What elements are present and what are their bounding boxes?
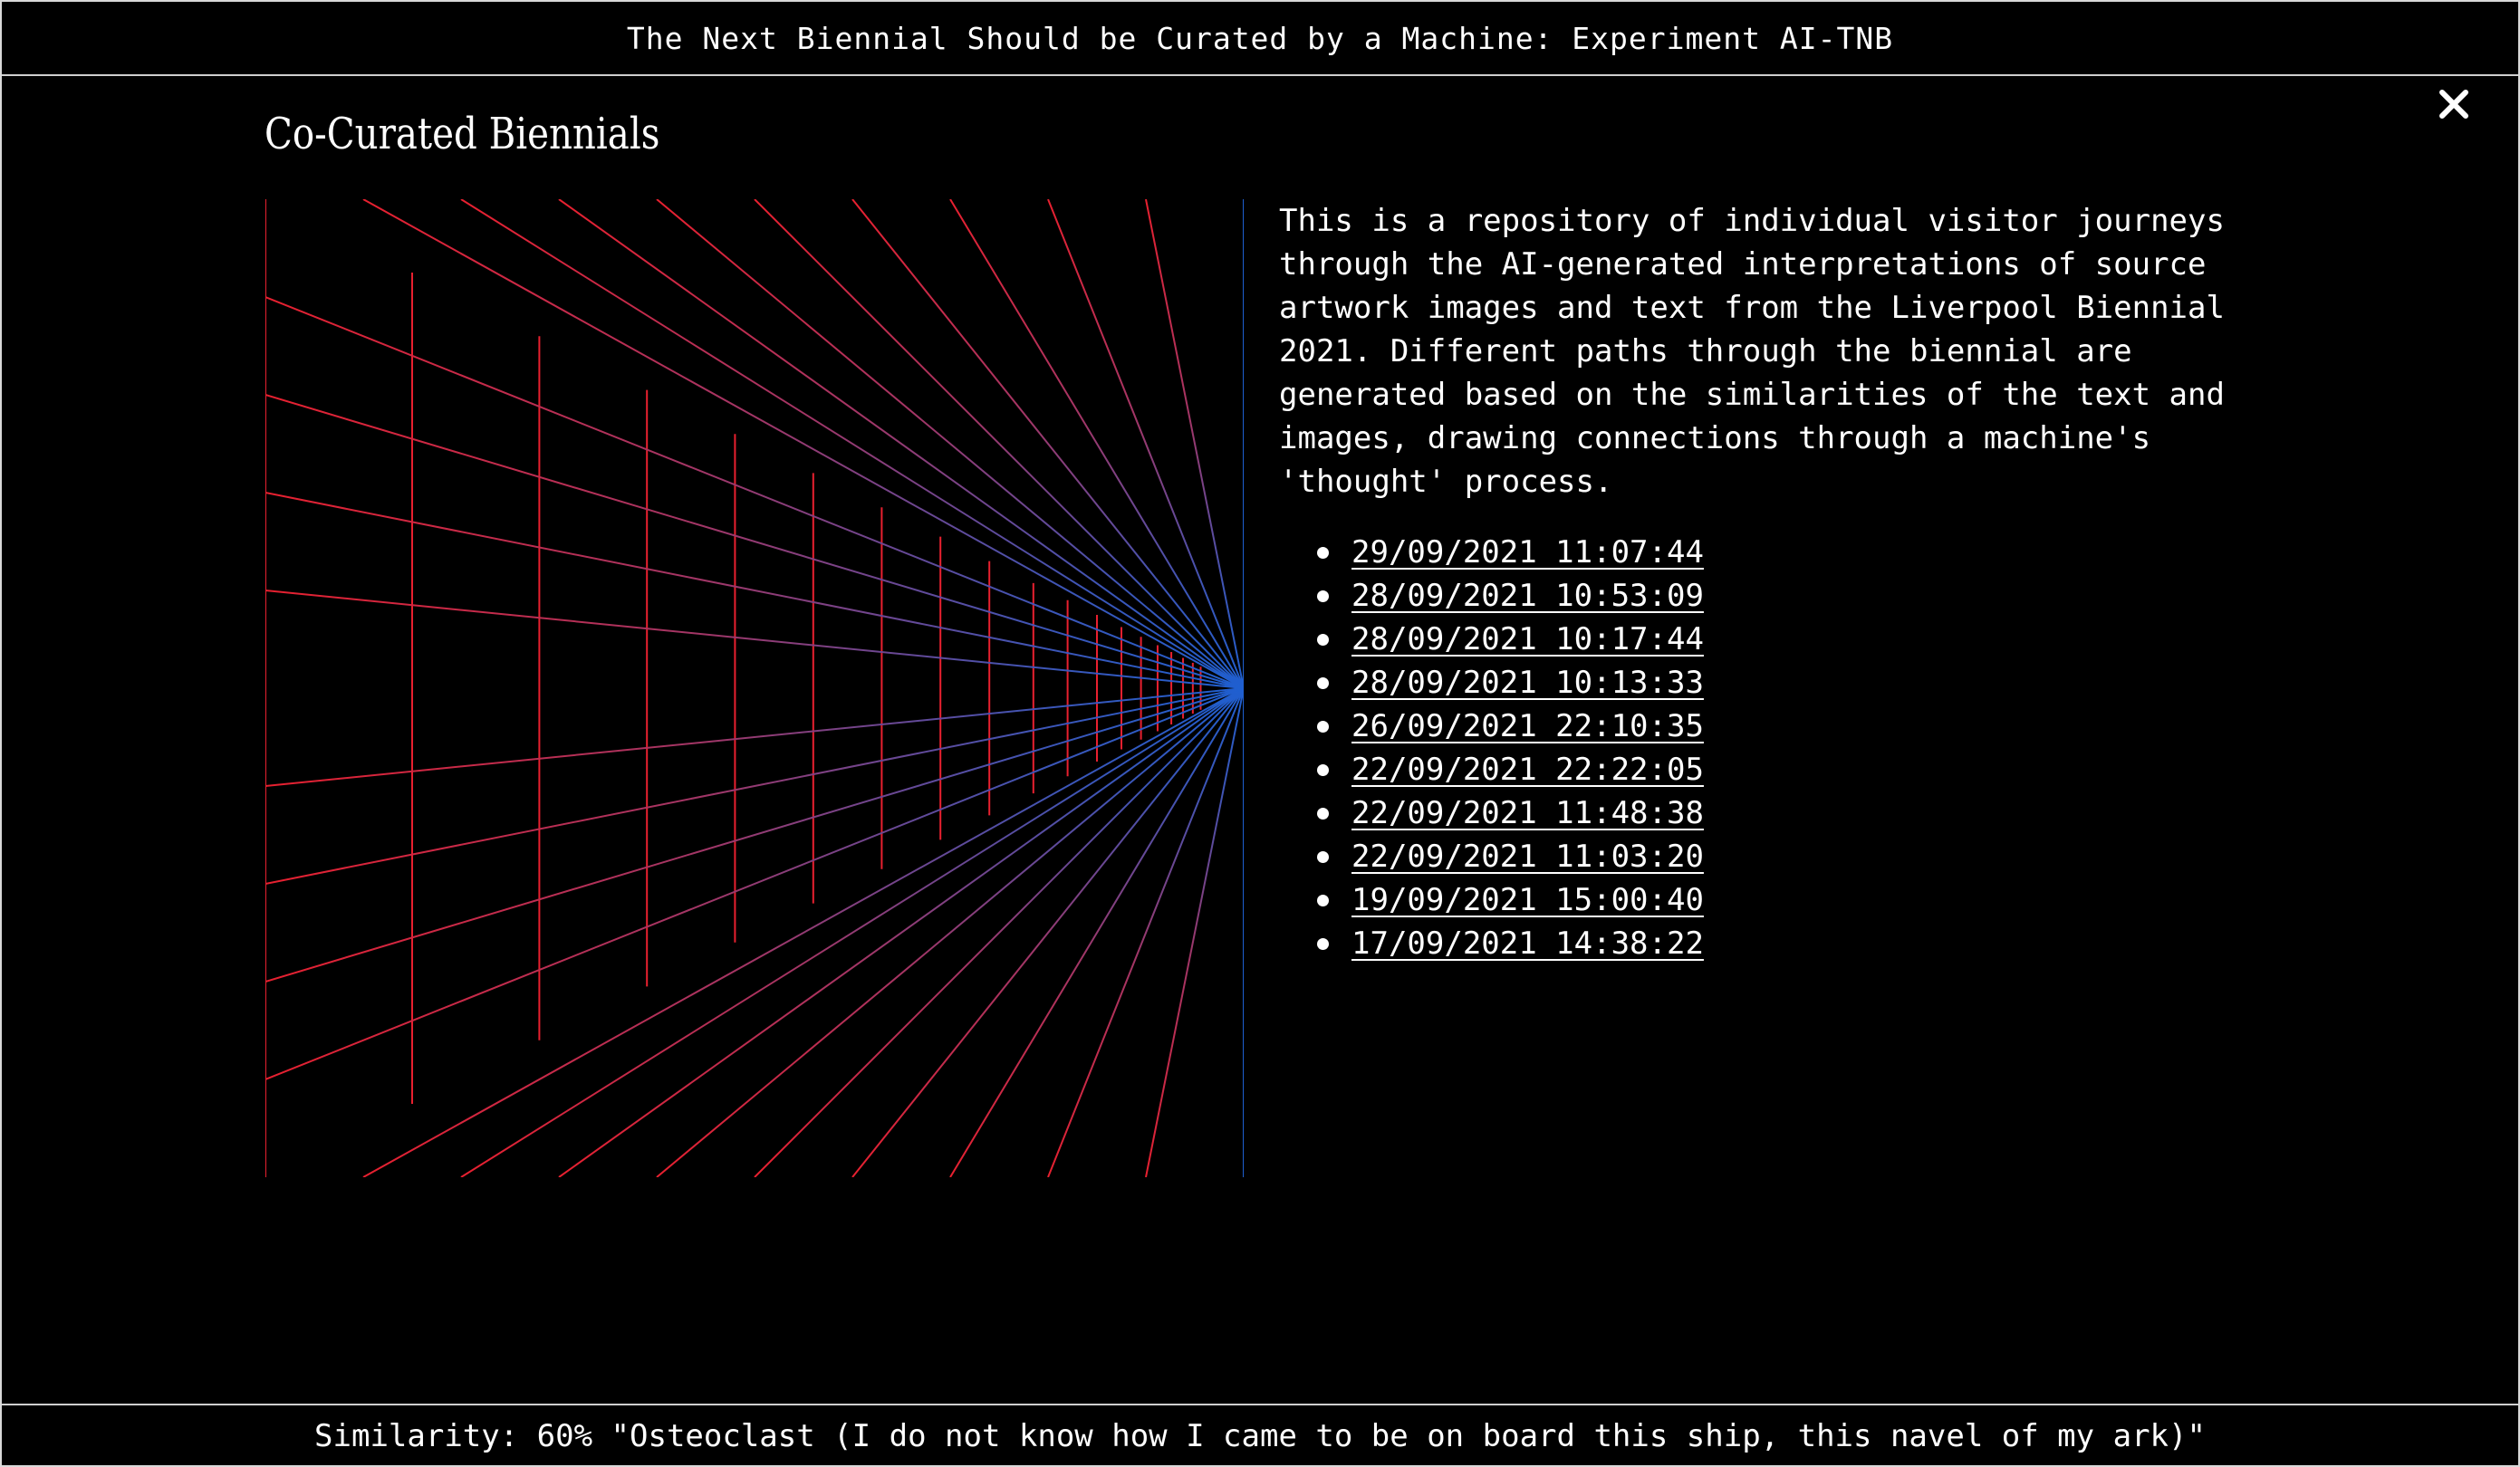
list-item: 26/09/2021 22:10:35: [1317, 705, 1704, 748]
list-item: 22/09/2021 11:03:20: [1317, 835, 1704, 878]
journey-link[interactable]: 22/09/2021 11:03:20: [1351, 839, 1704, 875]
journey-link[interactable]: 28/09/2021 10:17:44: [1351, 621, 1704, 657]
journey-link[interactable]: 17/09/2021 14:38:22: [1351, 925, 1704, 962]
list-item: 28/09/2021 10:53:09: [1317, 574, 1704, 618]
tunnel-grid-image: [265, 199, 1244, 1177]
journey-link[interactable]: 28/09/2021 10:53:09: [1351, 578, 1704, 614]
journey-link[interactable]: 22/09/2021 22:22:05: [1351, 752, 1704, 788]
list-item: 17/09/2021 14:38:22: [1317, 922, 1704, 965]
app-window: The Next Biennial Should be Curated by a…: [0, 0, 2520, 1467]
section-description: This is a repository of individual visit…: [1279, 203, 2225, 500]
app-title: The Next Biennial Should be Curated by a…: [626, 20, 1894, 56]
similarity-status: Similarity: 60% "Osteoclast (I do not kn…: [314, 1418, 2206, 1454]
journey-link[interactable]: 22/09/2021 11:48:38: [1351, 795, 1704, 831]
page-title: Co-Curated Biennials: [265, 109, 660, 159]
journey-link[interactable]: 29/09/2021 11:07:44: [1351, 534, 1704, 570]
tunnel-grid-graphic: [265, 199, 1244, 1177]
journey-list: 29/09/2021 11:07:44 28/09/2021 10:53:09 28…: [1317, 531, 1704, 965]
list-item: 22/09/2021 11:48:38: [1317, 791, 1704, 835]
journey-link[interactable]: 28/09/2021 10:13:33: [1351, 665, 1704, 701]
list-item: 19/09/2021 15:00:40: [1317, 878, 1704, 922]
journey-link[interactable]: 19/09/2021 15:00:40: [1351, 882, 1704, 918]
close-icon: [2439, 90, 2468, 119]
app-header: The Next Biennial Should be Curated by a…: [2, 2, 2518, 76]
list-item: 29/09/2021 11:07:44: [1317, 531, 1704, 574]
list-item: 22/09/2021 22:22:05: [1317, 748, 1704, 791]
close-button[interactable]: [2431, 82, 2477, 127]
status-bar: Similarity: 60% "Osteoclast (I do not kn…: [2, 1404, 2518, 1467]
list-item: 28/09/2021 10:13:33: [1317, 661, 1704, 705]
journey-link[interactable]: 26/09/2021 22:10:35: [1351, 708, 1704, 744]
list-item: 28/09/2021 10:17:44: [1317, 618, 1704, 661]
